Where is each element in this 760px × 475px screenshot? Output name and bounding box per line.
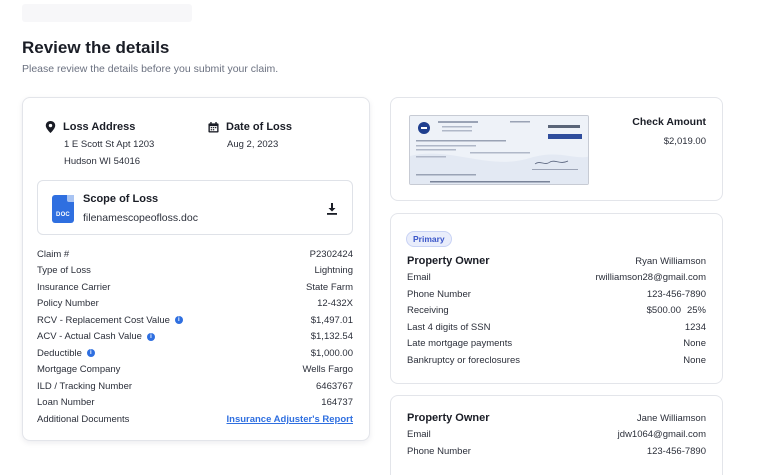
loss-address-line1: 1 E Scott St Apt 1203	[64, 139, 155, 150]
download-icon[interactable]	[326, 203, 338, 215]
scope-of-loss-file[interactable]: DOC Scope of Loss filenamescopeofloss.do…	[37, 180, 353, 235]
owner-row: Receiving $500.00 25%	[407, 305, 706, 317]
date-of-loss-label: Date of Loss	[226, 121, 293, 133]
info-icon[interactable]: i	[146, 332, 155, 341]
doc-file-icon: DOC	[52, 195, 74, 223]
detail-row: Deductible i $1,000.00	[37, 347, 353, 359]
property-owner-card-primary: Primary Property Owner Ryan Williamson E…	[390, 213, 723, 384]
adjuster-report-link[interactable]: Insurance Adjuster's Report	[227, 414, 354, 425]
scope-of-loss-title: Scope of Loss	[83, 193, 159, 205]
claim-details-list: Claim # P2302424 Type of Loss Lightning …	[37, 246, 353, 428]
detail-row: Type of Loss Lightning	[37, 265, 353, 277]
property-owner-card-secondary: Property Owner Jane Williamson Email jdw…	[390, 395, 723, 475]
additional-documents-row: Additional Documents Insurance Adjuster'…	[37, 413, 354, 425]
primary-badge: Primary	[406, 231, 452, 247]
check-illustration	[410, 116, 588, 184]
owner-row: Late mortgage payments None	[407, 338, 706, 350]
owner-row: Phone Number 123-456-7890	[407, 445, 706, 457]
loss-address-label: Loss Address	[63, 121, 136, 133]
detail-row: Claim # P2302424	[37, 248, 353, 260]
owner-row: Bankruptcy or foreclosures None	[407, 354, 706, 366]
info-icon[interactable]: i	[174, 316, 183, 325]
owner-row: Phone Number 123-456-7890	[407, 288, 706, 300]
info-icon[interactable]: i	[86, 349, 95, 358]
detail-row: Insurance Carrier State Farm	[37, 281, 353, 293]
page-subtitle: Please review the details before you sub…	[22, 63, 279, 75]
owner-row: Property Owner Jane Williamson	[407, 412, 706, 425]
detail-row: Loan Number 164737	[37, 397, 353, 409]
owner-row: Property Owner Ryan Williamson	[407, 255, 706, 268]
page-title: Review the details	[22, 38, 170, 57]
loss-address-block: Loss Address 1 E Scott St Apt 1203 Hudso…	[45, 121, 154, 167]
detail-row: Mortgage Company Wells Fargo	[37, 364, 353, 376]
date-of-loss-value: Aug 2, 2023	[227, 139, 279, 150]
date-of-loss-block: Date of Loss Aug 2, 2023	[208, 121, 292, 150]
detail-row: RCV - Replacement Cost Value i $1,497.01	[37, 314, 353, 326]
detail-row: ACV - Actual Cash Value i $1,132.54	[37, 331, 353, 343]
scope-of-loss-filename: filenamescopeofloss.doc	[83, 212, 198, 224]
detail-row: Policy Number 12-432X	[37, 298, 353, 310]
location-pin-icon	[45, 121, 56, 133]
owner-row: Email rwilliamson28@gmail.com	[407, 272, 706, 284]
check-amount-label: Check Amount	[632, 116, 706, 128]
check-amount-value: $2,019.00	[663, 136, 706, 147]
check-card: Check Amount $2,019.00	[390, 97, 723, 201]
check-image[interactable]	[409, 115, 589, 185]
owner-row: Email jdw1064@gmail.com	[407, 429, 706, 441]
calendar-icon	[208, 121, 219, 133]
detail-row: ILD / Tracking Number 6463767	[37, 380, 353, 392]
top-nav-placeholder	[22, 4, 192, 22]
loss-address-line2: Hudson WI 54016	[64, 156, 141, 167]
owner-row: Last 4 digits of SSN 1234	[407, 321, 706, 333]
